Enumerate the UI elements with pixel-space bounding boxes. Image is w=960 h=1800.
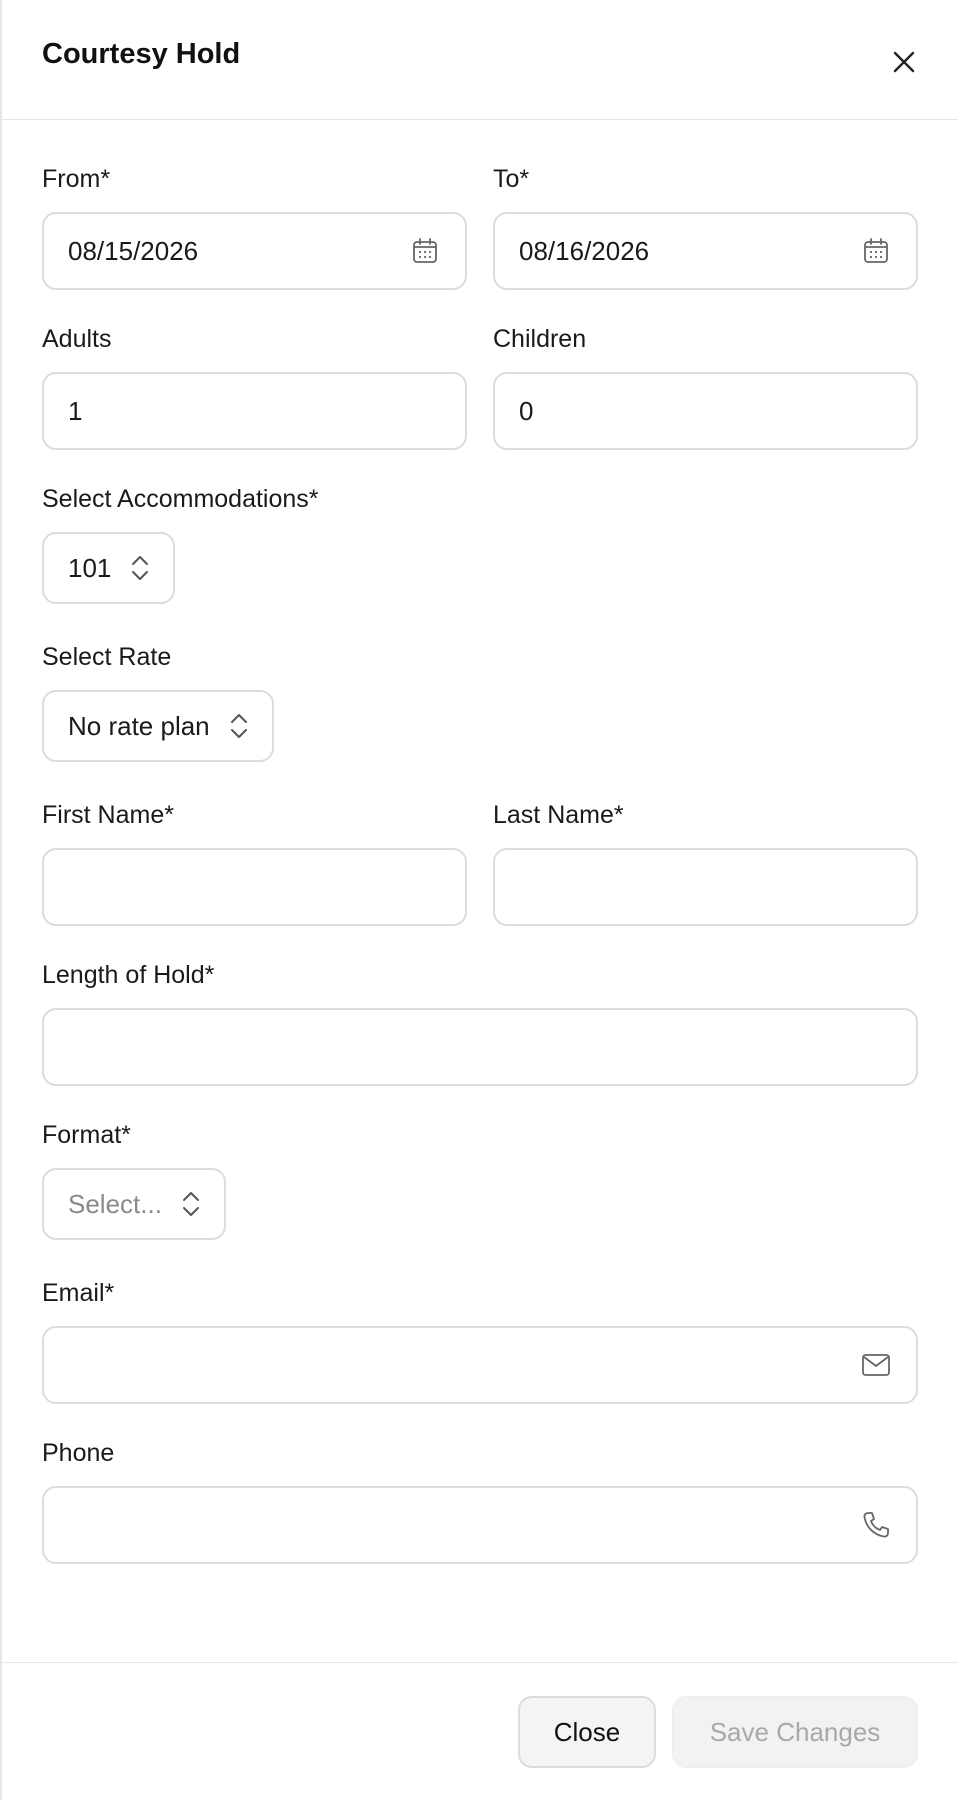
format-label: Format* xyxy=(42,1121,131,1149)
rate-select[interactable]: No rate plan xyxy=(42,690,274,762)
chevron-up-down-icon xyxy=(180,1188,202,1220)
children-input[interactable]: 0 xyxy=(493,372,918,450)
phone-label: Phone xyxy=(42,1439,115,1467)
rate-label: Select Rate xyxy=(42,643,172,671)
chevron-up-down-icon xyxy=(129,552,151,584)
save-changes-button[interactable]: Save Changes xyxy=(672,1696,918,1768)
to-date-input[interactable]: 08/16/2026 xyxy=(493,212,918,290)
children-label: Children xyxy=(493,325,587,353)
dialog-header: Courtesy Hold xyxy=(2,0,958,120)
format-placeholder: Select... xyxy=(68,1188,162,1219)
accommodations-label: Select Accommodations* xyxy=(42,485,319,513)
calendar-icon[interactable] xyxy=(409,235,441,267)
close-icon[interactable] xyxy=(886,44,922,80)
first-name-label: First Name* xyxy=(42,801,174,829)
chevron-up-down-icon xyxy=(228,710,250,742)
email-input[interactable] xyxy=(42,1326,918,1404)
dialog-body: From* 08/15/2026 To* 08/16/2026 Adults 1… xyxy=(42,120,918,1564)
format-select[interactable]: Select... xyxy=(42,1168,226,1240)
dialog-footer: Close Save Changes xyxy=(2,1662,958,1800)
accommodations-select[interactable]: 101 xyxy=(42,532,176,604)
dialog-title: Courtesy Hold xyxy=(42,38,241,70)
last-name-input[interactable] xyxy=(493,848,918,926)
first-name-input[interactable] xyxy=(42,848,467,926)
adults-input[interactable]: 1 xyxy=(42,372,467,450)
to-label: To* xyxy=(493,165,530,193)
phone-icon xyxy=(860,1509,892,1541)
from-date-input[interactable]: 08/15/2026 xyxy=(42,212,467,290)
rate-value: No rate plan xyxy=(68,710,210,741)
children-value: 0 xyxy=(519,395,534,426)
accommodations-value: 101 xyxy=(68,552,112,583)
length-of-hold-input[interactable] xyxy=(42,1008,918,1086)
last-name-label: Last Name* xyxy=(493,801,624,829)
mail-icon xyxy=(860,1349,892,1381)
courtesy-hold-dialog: Courtesy Hold From* 08/15/2026 To* 08/16… xyxy=(0,0,958,1800)
from-label: From* xyxy=(42,165,111,193)
close-button[interactable]: Close xyxy=(518,1696,656,1768)
calendar-icon[interactable] xyxy=(860,235,892,267)
adults-value: 1 xyxy=(68,395,83,426)
length-of-hold-label: Length of Hold* xyxy=(42,961,215,989)
to-date-value: 08/16/2026 xyxy=(519,235,650,266)
email-label: Email* xyxy=(42,1279,115,1307)
from-date-value: 08/15/2026 xyxy=(68,235,199,266)
phone-input[interactable] xyxy=(42,1486,918,1564)
adults-label: Adults xyxy=(42,325,112,353)
